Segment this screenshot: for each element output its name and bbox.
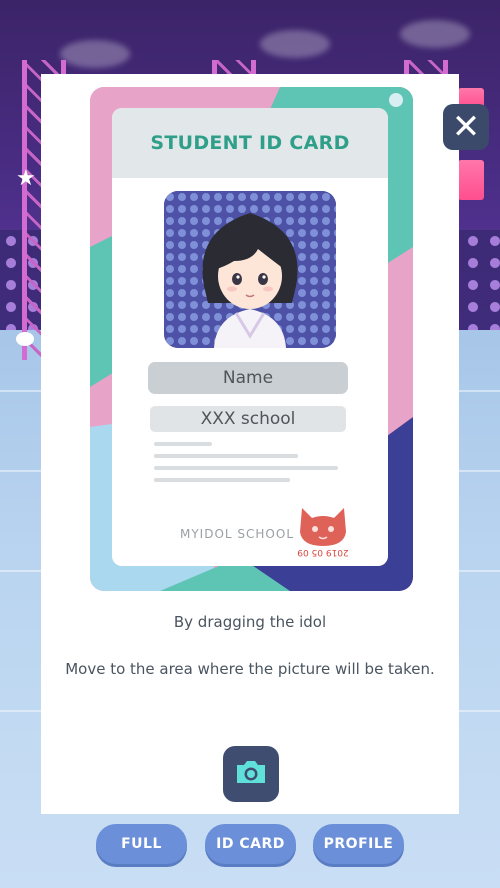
stage-screen: [458, 160, 484, 200]
tab-full[interactable]: FULL: [96, 824, 187, 864]
school-mark: MYIDOL SCHOOL: [180, 527, 295, 541]
id-card: STUDENT ID CARD Name XXX school MYIDOL S…: [112, 108, 388, 566]
text-line: [154, 442, 212, 446]
star-icon: ★: [16, 166, 36, 191]
text-line: [154, 454, 298, 458]
camera-icon: [234, 758, 268, 790]
camera-button[interactable]: [223, 746, 279, 802]
text-line: [154, 478, 290, 482]
tab-id-card[interactable]: ID CARD: [205, 824, 296, 864]
close-icon: ✕: [451, 107, 481, 147]
name-field: Name: [148, 362, 348, 394]
tab-profile[interactable]: PROFILE: [313, 824, 404, 864]
text-line: [154, 466, 338, 470]
svg-text:2019 05 09: 2019 05 09: [297, 547, 349, 557]
speech-bubble-icon: [16, 332, 34, 346]
school-field: XXX school: [150, 406, 346, 432]
card-title: STUDENT ID CARD: [112, 108, 388, 178]
instruction-line-1: By dragging the idol: [173, 613, 327, 631]
card-corner-dot: [389, 93, 403, 107]
idol-photo[interactable]: [164, 191, 336, 348]
instruction-line-2: Move to the area where the picture will …: [65, 660, 435, 678]
cat-stamp-icon: 2019 05 09: [294, 500, 352, 560]
close-button[interactable]: ✕: [443, 104, 489, 150]
